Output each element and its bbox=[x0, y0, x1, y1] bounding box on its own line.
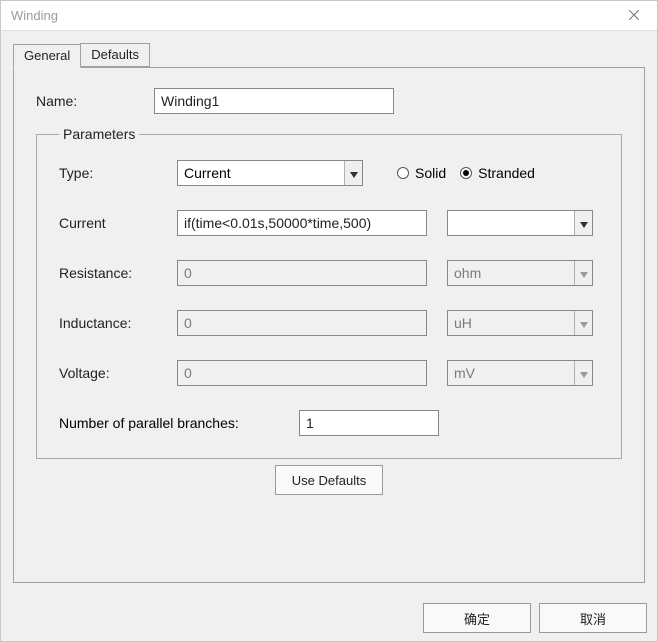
radio-solid[interactable]: Solid bbox=[397, 165, 446, 181]
tab-defaults-label: Defaults bbox=[91, 47, 139, 62]
parameters-legend: Parameters bbox=[59, 126, 139, 142]
resistance-label: Resistance: bbox=[59, 265, 177, 281]
branches-label: Number of parallel branches: bbox=[59, 415, 299, 431]
name-label: Name: bbox=[36, 93, 154, 109]
window-title: Winding bbox=[11, 8, 611, 23]
close-icon bbox=[629, 8, 639, 23]
radio-stranded-indicator bbox=[460, 167, 472, 179]
type-combo[interactable]: Current bbox=[177, 160, 363, 186]
cancel-label: 取消 bbox=[580, 609, 606, 628]
chevron-down-icon bbox=[580, 266, 588, 281]
tab-general-label: General bbox=[24, 48, 70, 63]
voltage-input bbox=[177, 360, 427, 386]
tab-defaults[interactable]: Defaults bbox=[80, 43, 150, 67]
radio-solid-label: Solid bbox=[415, 165, 446, 181]
type-combo-text: Current bbox=[178, 165, 344, 181]
resistance-row: Resistance: ohm bbox=[59, 260, 599, 286]
close-button[interactable] bbox=[611, 1, 657, 31]
chevron-down-icon bbox=[580, 216, 588, 231]
resistance-unit-combo: ohm bbox=[447, 260, 593, 286]
inductance-row: Inductance: uH bbox=[59, 310, 599, 336]
use-defaults-label: Use Defaults bbox=[292, 473, 366, 488]
inductance-unit-text: uH bbox=[448, 315, 574, 331]
radio-solid-indicator bbox=[397, 167, 409, 179]
client-area: General Defaults Name: Parameters Type: … bbox=[1, 31, 657, 595]
inductance-input bbox=[177, 310, 427, 336]
inductance-unit-combo: uH bbox=[447, 310, 593, 336]
parameters-group: Parameters Type: Current Solid bbox=[36, 126, 622, 459]
branches-input[interactable] bbox=[299, 410, 439, 436]
ok-button[interactable]: 确定 bbox=[423, 603, 531, 633]
ok-label: 确定 bbox=[464, 609, 490, 628]
radio-stranded-label: Stranded bbox=[478, 165, 535, 181]
voltage-unit-combo: mV bbox=[447, 360, 593, 386]
current-unit-button[interactable] bbox=[574, 211, 592, 235]
type-combo-button[interactable] bbox=[344, 161, 362, 185]
tab-page-general: Name: Parameters Type: Current bbox=[13, 67, 645, 583]
voltage-label: Voltage: bbox=[59, 365, 177, 381]
use-defaults-button[interactable]: Use Defaults bbox=[275, 465, 383, 495]
dialog-footer: 确定 取消 bbox=[1, 595, 657, 641]
type-row: Type: Current Solid bbox=[59, 160, 599, 186]
resistance-unit-text: ohm bbox=[448, 265, 574, 281]
branches-row: Number of parallel branches: bbox=[59, 410, 599, 436]
type-label: Type: bbox=[59, 165, 177, 181]
voltage-row: Voltage: mV bbox=[59, 360, 599, 386]
winding-dialog: Winding General Defaults Name: Parameter… bbox=[0, 0, 658, 642]
tab-strip: General Defaults bbox=[13, 43, 645, 67]
cancel-button[interactable]: 取消 bbox=[539, 603, 647, 633]
current-row: Current bbox=[59, 210, 599, 236]
chevron-down-icon bbox=[580, 366, 588, 381]
radio-stranded[interactable]: Stranded bbox=[460, 165, 535, 181]
chevron-down-icon bbox=[350, 166, 358, 181]
name-input[interactable] bbox=[154, 88, 394, 114]
current-input[interactable] bbox=[177, 210, 427, 236]
inductance-label: Inductance: bbox=[59, 315, 177, 331]
titlebar: Winding bbox=[1, 1, 657, 31]
voltage-unit-button bbox=[574, 361, 592, 385]
voltage-unit-text: mV bbox=[448, 365, 574, 381]
resistance-unit-button bbox=[574, 261, 592, 285]
inductance-unit-button bbox=[574, 311, 592, 335]
type-radios: Solid Stranded bbox=[397, 165, 535, 181]
tab-general[interactable]: General bbox=[13, 44, 81, 68]
chevron-down-icon bbox=[580, 316, 588, 331]
current-label: Current bbox=[59, 215, 177, 231]
resistance-input bbox=[177, 260, 427, 286]
name-row: Name: bbox=[36, 88, 622, 114]
use-defaults-row: Use Defaults bbox=[36, 465, 622, 495]
current-unit-combo[interactable] bbox=[447, 210, 593, 236]
